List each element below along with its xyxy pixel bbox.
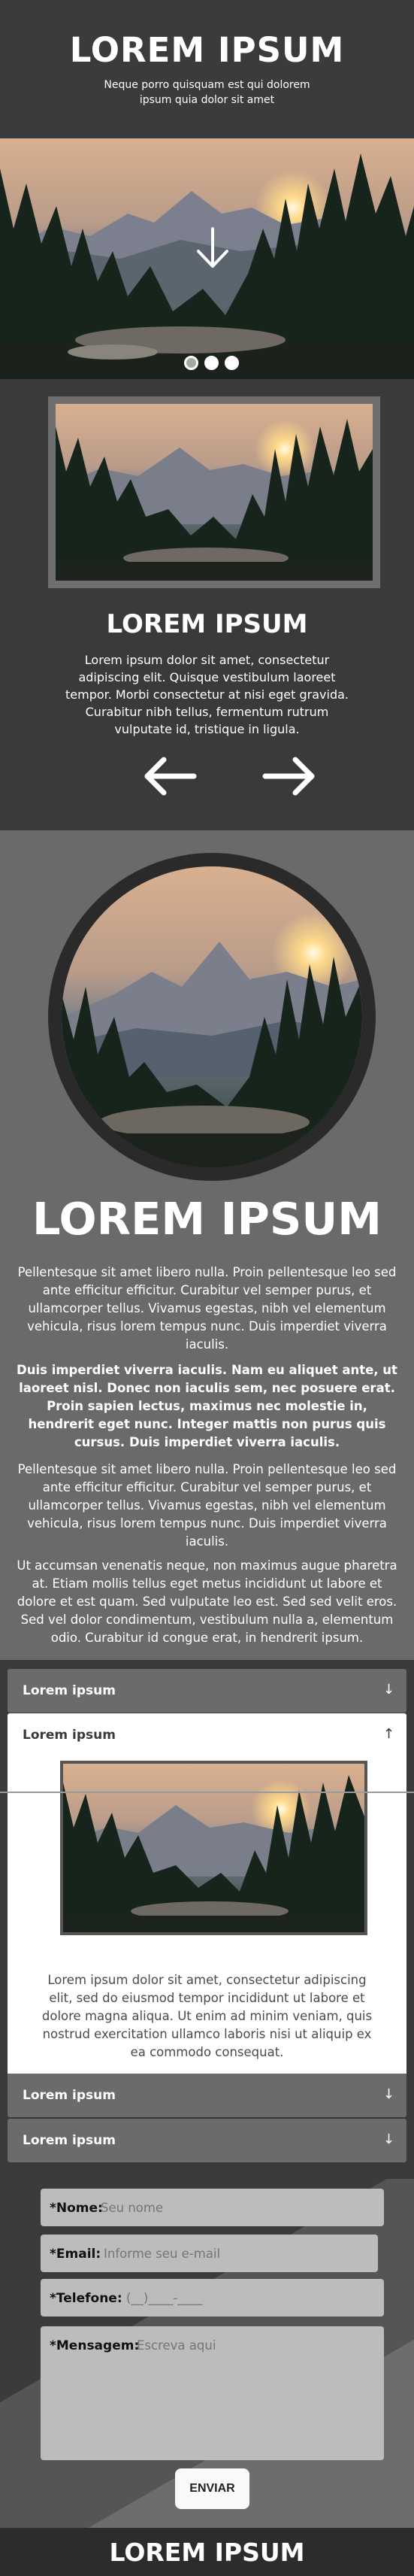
divider — [0, 1792, 414, 1793]
circle-landscape-image — [62, 866, 362, 1167]
accordion-item-1[interactable]: Lorem ipsum ↓ — [8, 1669, 406, 1713]
email-input[interactable] — [104, 2247, 367, 2261]
accordion-item-4[interactable]: Lorem ipsum ↓ — [8, 2119, 406, 2162]
slide-indicator — [184, 356, 239, 370]
content-section: LOREM IPSUM Pellentesque sit amet libero… — [0, 830, 414, 1660]
message-input[interactable] — [137, 2338, 373, 2451]
prev-arrow-icon[interactable] — [140, 754, 200, 799]
circle-image-frame — [48, 853, 376, 1181]
phone-field[interactable]: *Telefone: — [41, 2279, 384, 2317]
accordion-panel: Lorem ipsum dolor sit amet, consectetur … — [8, 1757, 406, 2074]
accordion-item-3[interactable]: Lorem ipsum ↓ — [8, 2074, 406, 2117]
scroll-down-icon[interactable] — [194, 226, 231, 271]
slide-dot-2[interactable] — [204, 356, 219, 370]
accordion-item-label: Lorem ipsum — [23, 2133, 116, 2148]
slider-landscape-image — [56, 404, 373, 581]
arrow-down-icon: ↓ — [382, 2086, 394, 2102]
paragraph-2-bold: Duis imperdiet viverra iaculis. Nam eu a… — [17, 1363, 397, 1449]
arrow-down-icon: ↓ — [382, 1682, 394, 1698]
accordion-panel-text: Lorem ipsum dolor sit amet, consectetur … — [41, 1973, 373, 2059]
accordion-item-label: Lorem ipsum — [23, 2088, 116, 2103]
accordion-landscape-image — [63, 1764, 364, 1932]
email-label: *Email: — [50, 2247, 101, 2262]
message-label: *Mensagem: — [50, 2338, 140, 2353]
slider-title: LOREM IPSUM — [106, 609, 308, 639]
slider-section: LOREM IPSUM Lorem ipsum dolor sit amet, … — [0, 379, 414, 830]
email-field[interactable]: *Email: — [41, 2235, 378, 2272]
phone-input[interactable] — [126, 2291, 374, 2305]
slider-image-frame — [48, 396, 380, 588]
paragraph-4: Ut accumsan venenatis neque, non maximus… — [17, 1558, 397, 1645]
submit-button[interactable]: ENVIAR — [175, 2468, 249, 2509]
arrow-down-icon: ↓ — [382, 2131, 394, 2147]
paragraph-1: Pellentesque sit amet libero nulla. Proi… — [17, 1265, 397, 1352]
name-field[interactable]: *Nome: — [41, 2189, 384, 2226]
slide-dot-1[interactable] — [184, 356, 198, 370]
next-arrow-icon[interactable] — [259, 754, 319, 799]
slider-text: Lorem ipsum dolor sit amet, consectetur … — [65, 653, 349, 736]
phone-label: *Telefone: — [50, 2291, 122, 2306]
name-input[interactable] — [101, 2201, 371, 2215]
accordion-item-2[interactable]: Lorem ipsum ↑ — [8, 1713, 406, 1757]
footer: LOREM IPSUM — [0, 2528, 414, 2576]
paragraph-3: Pellentesque sit amet libero nulla. Proi… — [17, 1462, 397, 1549]
hero-section: LOREM IPSUM Neque porro quisquam est qui… — [0, 0, 414, 379]
hero-subtitle: Neque porro quisquam est qui dolorem ips… — [104, 79, 310, 106]
arrow-up-icon: ↑ — [382, 1726, 394, 1742]
accordion-image-frame — [60, 1761, 367, 1935]
content-title: LOREM IPSUM — [32, 1193, 382, 1245]
hero-title: LOREM IPSUM — [69, 30, 345, 70]
footer-title: LOREM IPSUM — [109, 2538, 305, 2567]
accordion-item-label: Lorem ipsum — [23, 1728, 116, 1743]
slide-dot-3[interactable] — [225, 356, 239, 370]
accordion-item-label: Lorem ipsum — [23, 1683, 116, 1698]
message-field[interactable]: *Mensagem: — [41, 2326, 384, 2460]
name-label: *Nome: — [50, 2201, 103, 2216]
